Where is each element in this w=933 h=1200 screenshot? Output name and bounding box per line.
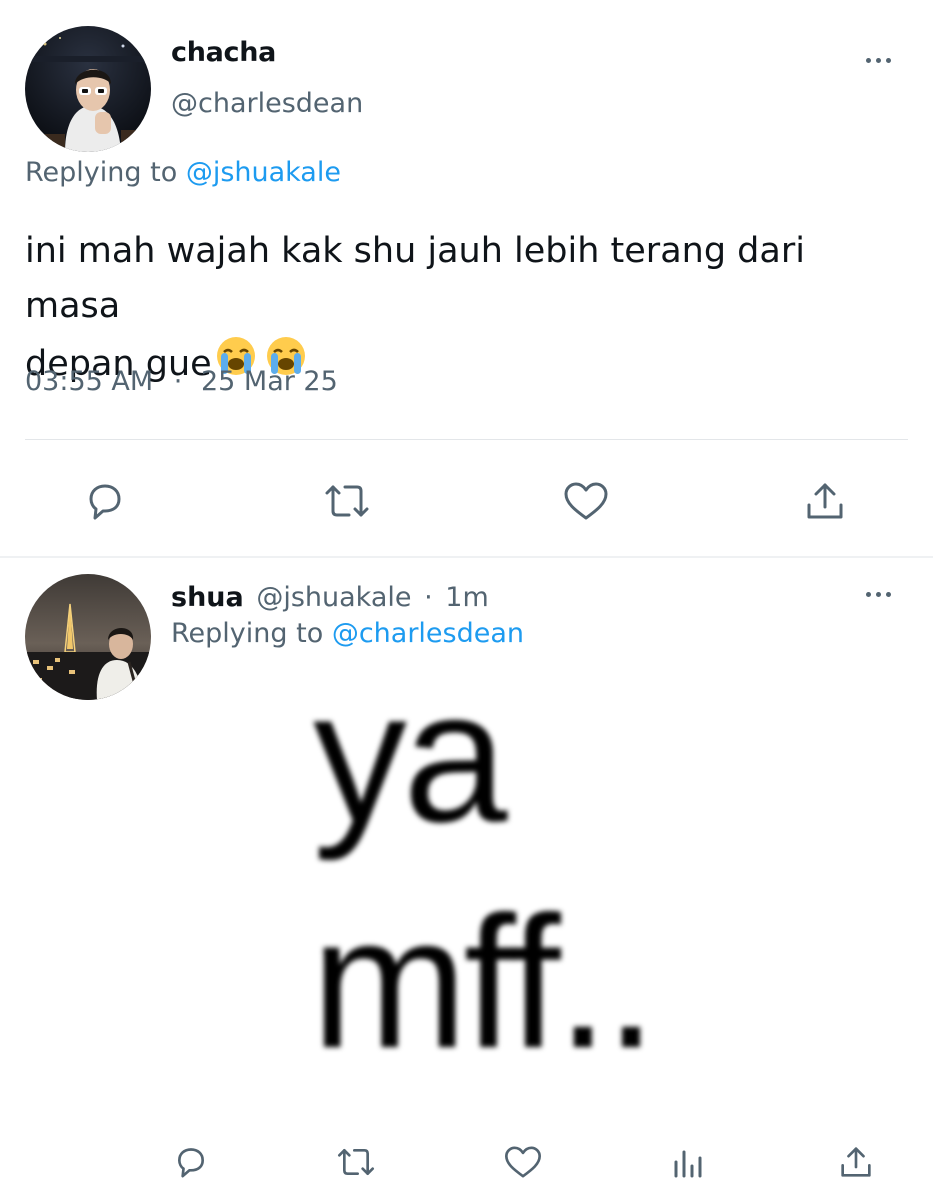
chacha-avatar[interactable]: [25, 26, 151, 152]
reply-replying-to: Replying to @charlesdean: [171, 618, 524, 649]
reply-image[interactable]: ya mff..: [171, 662, 911, 1120]
replying-handle[interactable]: @charlesdean: [332, 618, 524, 649]
shua-avatar[interactable]: [25, 574, 151, 700]
meta-separator: ·: [173, 366, 183, 397]
more-options-icon[interactable]: [866, 592, 891, 597]
reply-author-handle[interactable]: @jshuakale: [256, 582, 411, 613]
tweet-text-line: ini mah wajah kak shu jauh lebih terang …: [25, 231, 805, 326]
reply-separator: ·: [424, 582, 433, 613]
thread-separator: [0, 556, 933, 558]
reply-icon[interactable]: [171, 1142, 211, 1182]
tweet-divider: [25, 439, 908, 440]
reply-header: shua @jshuakale · 1m: [171, 582, 489, 613]
reply-age[interactable]: 1m: [445, 582, 488, 613]
share-icon[interactable]: [801, 477, 849, 525]
author-name[interactable]: chacha: [171, 37, 276, 68]
author-handle[interactable]: @charlesdean: [171, 88, 363, 119]
more-options-icon[interactable]: [866, 58, 891, 63]
like-icon[interactable]: [502, 1142, 544, 1182]
image-text-ya: ya: [313, 651, 508, 861]
retweet-icon[interactable]: [321, 477, 373, 525]
like-icon[interactable]: [561, 477, 611, 525]
tweet-time[interactable]: 03:55 AM: [25, 366, 153, 397]
replying-to: Replying to @jshuakale: [25, 157, 341, 188]
replying-handle[interactable]: @jshuakale: [186, 157, 341, 188]
replying-prefix: Replying to: [25, 157, 178, 188]
share-icon[interactable]: [836, 1142, 876, 1182]
retweet-icon[interactable]: [334, 1142, 378, 1182]
replying-prefix: Replying to: [171, 618, 324, 649]
reply-author-name[interactable]: shua: [171, 582, 244, 613]
tweet-date[interactable]: 25 Mar 25: [201, 366, 338, 397]
tweet-meta: 03:55 AM · 25 Mar 25: [25, 366, 338, 397]
analytics-icon[interactable]: [670, 1142, 710, 1182]
image-text-mff: mff..: [311, 877, 657, 1087]
reply-icon[interactable]: [81, 477, 129, 525]
